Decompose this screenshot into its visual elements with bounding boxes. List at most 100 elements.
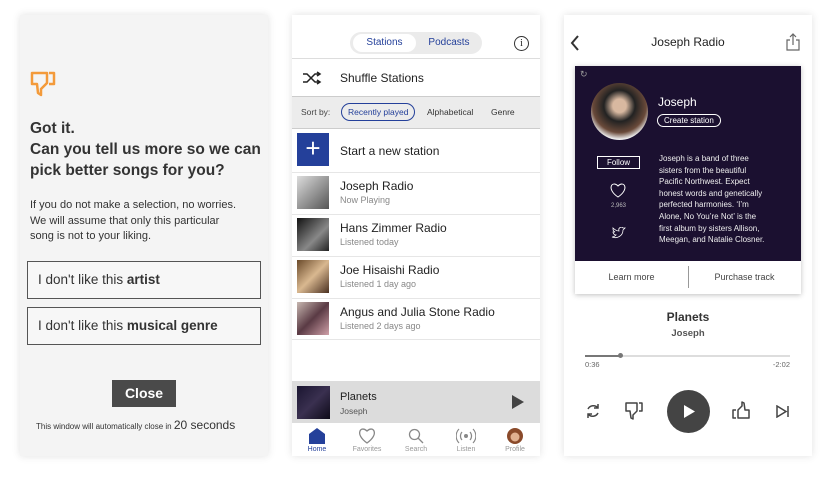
bio-line: Pacific Northwest. Expect [659, 177, 750, 187]
play-icon [684, 405, 695, 418]
progress-handle[interactable] [617, 353, 623, 358]
nav-profile[interactable]: Profile [490, 423, 540, 453]
sort-bar: Sort by: Recently played Alphabetical Ge… [292, 96, 540, 129]
station-subtitle: Listened today [340, 237, 399, 247]
follow-button[interactable]: Follow [597, 156, 640, 169]
nav-search[interactable]: Search [391, 423, 441, 453]
new-station-label: Start a new station [340, 144, 440, 158]
new-station-row[interactable]: + Start a new station [292, 130, 540, 172]
station-item[interactable]: Joseph Radio Now Playing [292, 172, 540, 214]
bio-line: perfected harmonies. ‘I’m [659, 200, 749, 210]
plus-icon: + [297, 133, 329, 166]
station-item[interactable]: Hans Zimmer Radio Listened today [292, 214, 540, 256]
station-title: Joe Hisaishi Radio [340, 263, 440, 277]
option-bold: artist [126, 272, 160, 287]
option-bold: musical genre [126, 318, 218, 333]
station-subtitle: Listened 2 days ago [340, 321, 421, 331]
artist-bio: Joseph is a band of three sisters from t… [659, 153, 764, 246]
progress-slider[interactable] [585, 353, 790, 358]
likes-count: 2,963 [610, 203, 626, 209]
shuffle-icon [303, 71, 322, 85]
play-button[interactable] [667, 390, 710, 433]
station-title: Angus and Julia Stone Radio [340, 305, 495, 319]
option-text: I don't like this [38, 272, 127, 287]
track-artist: Joseph [671, 328, 705, 339]
station-item[interactable]: Joe Hisaishi Radio Listened 1 day ago [292, 256, 540, 298]
sort-label: Sort by: [301, 107, 331, 117]
shuffle-label: Shuffle Stations [340, 71, 424, 85]
nav-favorites[interactable]: Favorites [342, 423, 392, 453]
station-item[interactable]: Angus and Julia Stone Radio Listened 2 d… [292, 298, 540, 340]
thumbs-up-icon[interactable] [732, 401, 750, 419]
feedback-title-line: Can you tell us more so we can [30, 141, 261, 158]
dislike-genre-option[interactable]: I don't like this musical genre [27, 307, 261, 345]
player-panel: Joseph Radio ↻ Joseph Create station Fol… [564, 15, 812, 456]
play-icon[interactable] [512, 395, 524, 409]
create-station-button[interactable]: Create station [657, 114, 721, 127]
album-art [297, 386, 330, 419]
nav-home[interactable]: Home [292, 423, 342, 453]
station-subtitle: Now Playing [340, 195, 391, 205]
desc-line: We will assume that only this particular [30, 214, 220, 227]
remaining-time: -2:02 [772, 360, 790, 369]
tab-stations[interactable]: Stations [353, 34, 416, 52]
heart-icon[interactable] [610, 183, 626, 198]
station-thumbnail [297, 218, 329, 251]
bio-line: Meegan, and Natalie Closner. [659, 235, 765, 245]
feedback-title-line: pick better songs for you? [30, 162, 225, 179]
desc-line: song is not to your liking. [30, 230, 152, 242]
dislike-artist-option[interactable]: I don't like this artist [27, 261, 261, 299]
bio-line: Joseph is a band of three [659, 154, 749, 163]
player-title: Joseph Radio [651, 35, 725, 49]
nav-label: Favorites [352, 446, 382, 453]
artist-card: ↻ Joseph Create station Follow 2,963 Jos… [575, 66, 801, 294]
countdown-text: This window will automatically close in [36, 422, 172, 431]
sort-alphabetical[interactable]: Alphabetical [427, 107, 473, 117]
station-thumbnail [297, 260, 329, 293]
mini-player[interactable]: Planets Joseph [292, 381, 540, 423]
home-icon [309, 428, 325, 444]
track-title: Planets [666, 310, 710, 324]
share-icon[interactable] [786, 33, 800, 51]
bio-line: Alone, No You’re Not’ is the [659, 211, 757, 221]
station-subtitle: Listened 1 day ago [340, 279, 417, 289]
feedback-description: If you do not make a selection, no worri… [30, 198, 236, 245]
nav-label: Search [404, 446, 428, 453]
avatar [507, 428, 523, 444]
replay-icon[interactable] [585, 403, 601, 419]
heart-icon [359, 428, 375, 444]
info-icon[interactable]: i [514, 36, 529, 51]
artist-card-body: ↻ Joseph Create station Follow 2,963 Jos… [575, 66, 801, 261]
repeat-icon: ↻ [580, 69, 588, 79]
nav-label: Profile [505, 446, 525, 453]
bio-line: honest words and genetically [659, 188, 763, 198]
bio-line: sisters from the beautiful [659, 165, 747, 175]
thumbs-down-icon[interactable] [625, 402, 643, 420]
purchase-track-button[interactable]: Purchase track [688, 272, 801, 282]
skip-next-icon[interactable] [776, 405, 790, 418]
artist-avatar [591, 83, 648, 140]
search-icon [408, 428, 424, 444]
nav-label: Home [307, 446, 327, 453]
artist-name: Joseph [658, 95, 697, 109]
station-title: Joseph Radio [340, 179, 414, 193]
station-thumbnail [297, 302, 329, 335]
tab-podcasts[interactable]: Podcasts [418, 34, 480, 52]
elapsed-time: 0:36 [585, 360, 600, 369]
bottom-nav: Home Favorites Search Listen Profile [292, 423, 540, 456]
stations-panel: Stations Podcasts i Shuffle Stations Sor… [292, 15, 540, 456]
learn-more-button[interactable]: Learn more [575, 272, 688, 282]
bio-line: first album by sisters Allison, [659, 223, 760, 233]
feedback-title: Got it. [30, 120, 75, 137]
nav-listen[interactable]: Listen [441, 423, 491, 453]
progress-fill [585, 355, 620, 357]
sort-genre[interactable]: Genre [491, 107, 515, 117]
twitter-icon[interactable] [611, 227, 626, 239]
close-button[interactable]: Close [112, 380, 176, 407]
mini-player-title: Planets [340, 391, 377, 403]
nav-label: Listen [456, 446, 476, 453]
thumbs-down-icon [30, 71, 56, 97]
sort-recently-played[interactable]: Recently played [341, 103, 416, 121]
shuffle-stations-row[interactable]: Shuffle Stations [292, 59, 540, 97]
mini-player-artist: Joseph [340, 406, 368, 416]
